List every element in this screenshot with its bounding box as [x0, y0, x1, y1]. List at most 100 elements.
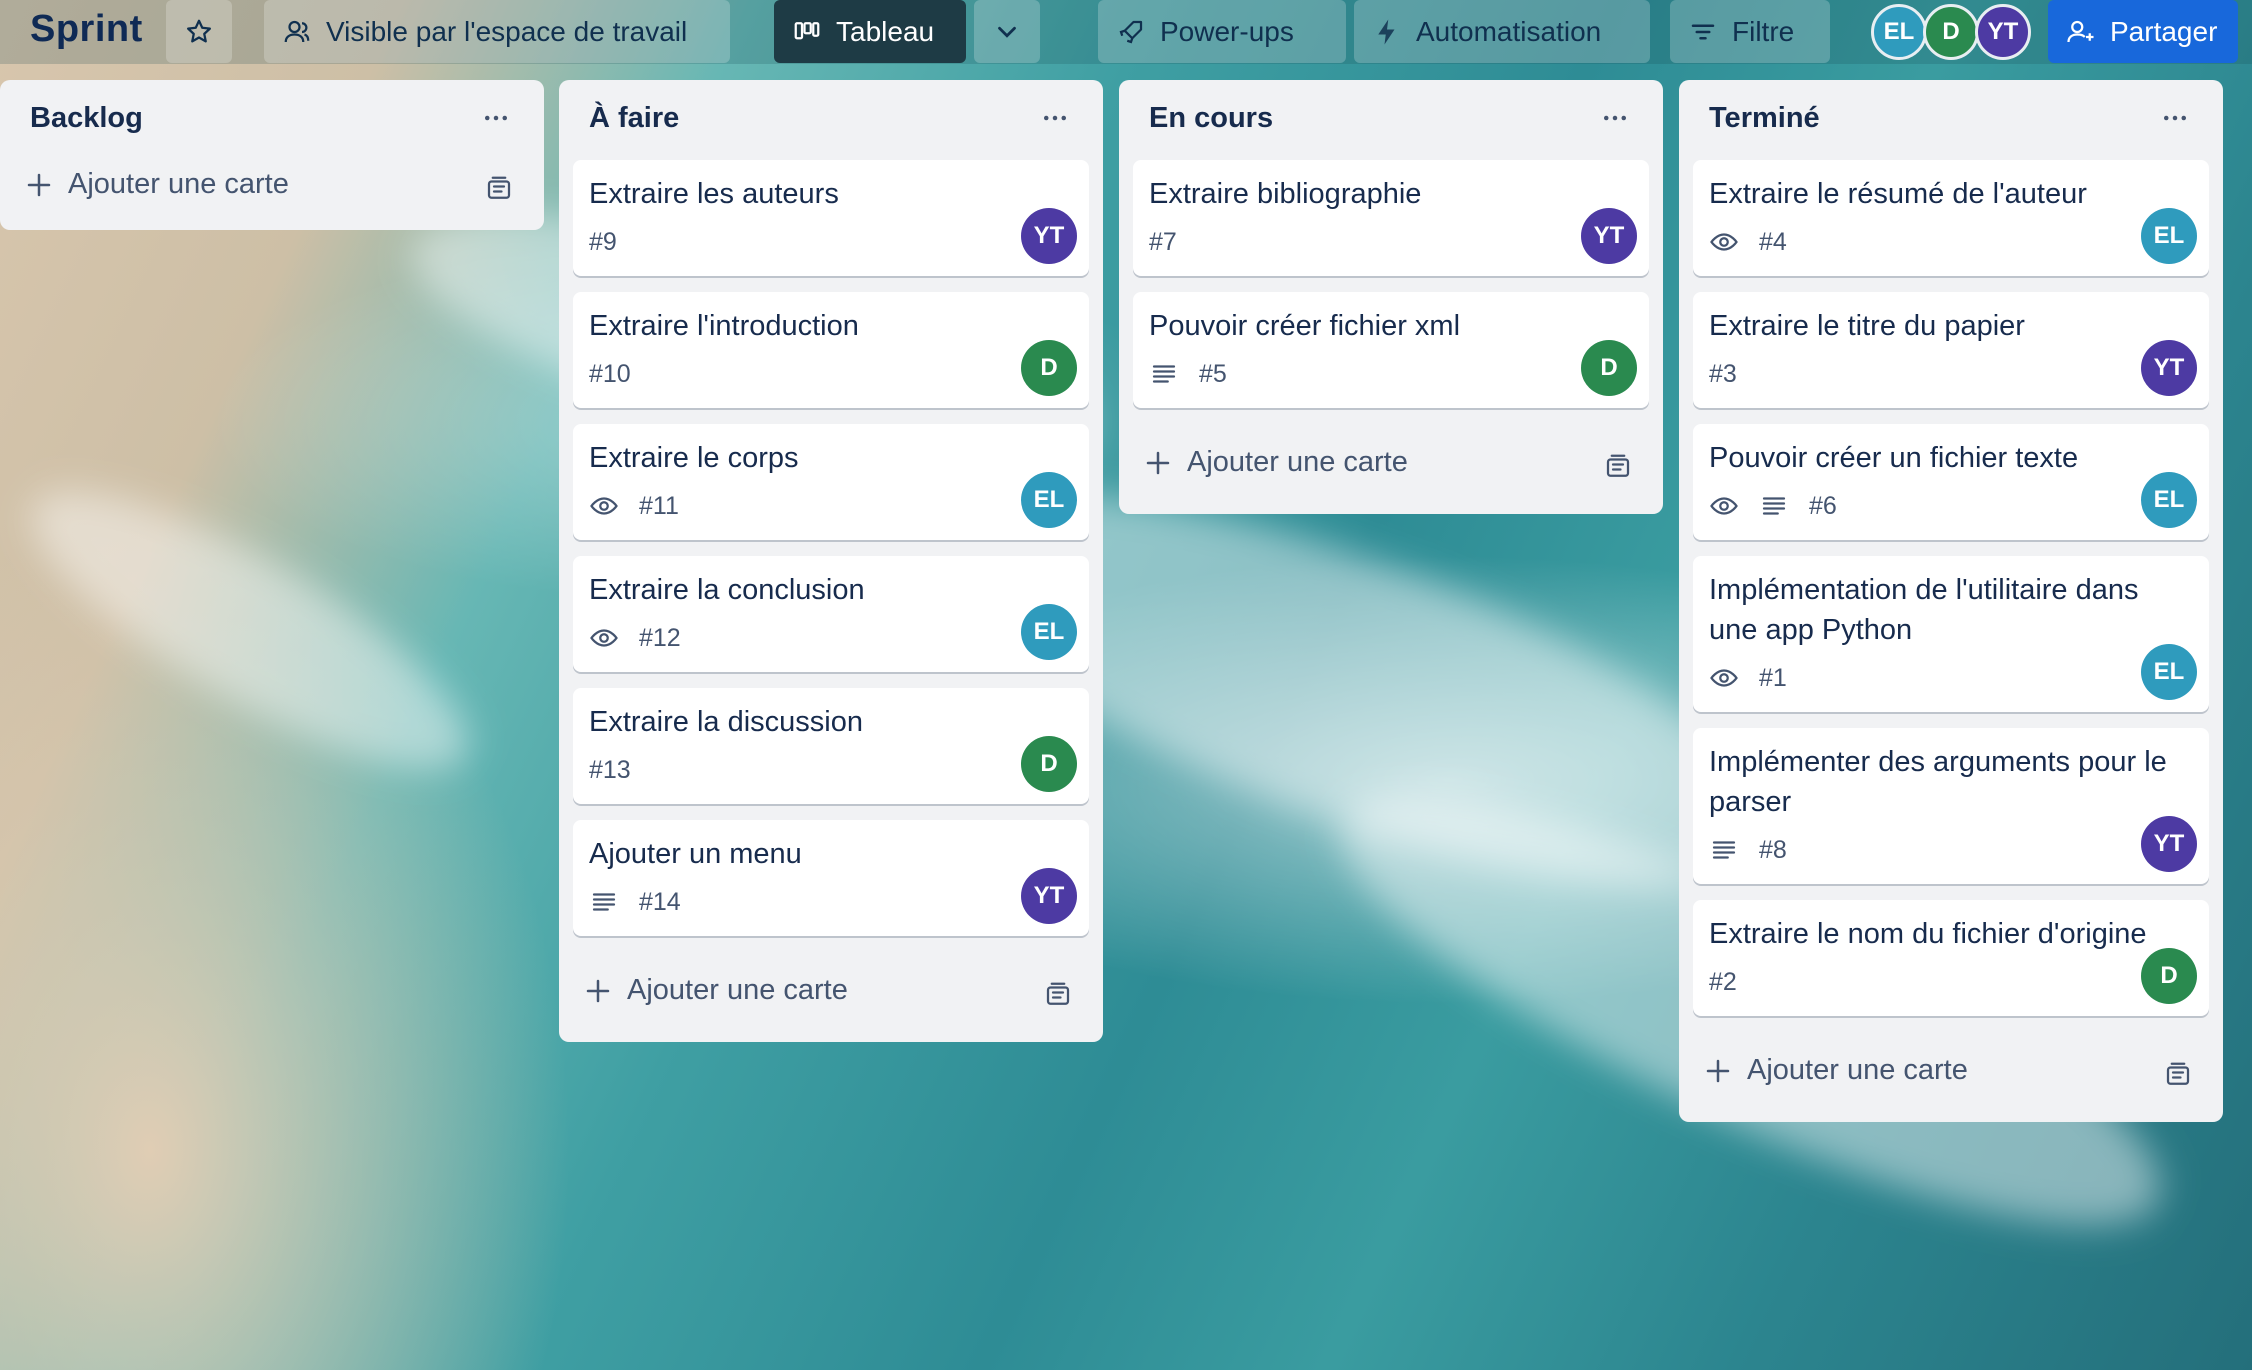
card[interactable]: Extraire la discussion #13 D	[573, 688, 1089, 804]
add-card-button[interactable]: Ajouter une carte	[583, 974, 848, 1007]
rocket-icon	[1119, 20, 1143, 43]
card-member-avatar[interactable]: YT	[1581, 208, 1637, 264]
powerups-label: Power-ups	[1160, 15, 1294, 47]
card-title: Ajouter un menu	[589, 838, 802, 870]
list-title[interactable]: À faire	[589, 102, 679, 135]
member-avatar-yt[interactable]: YT	[1975, 4, 2031, 60]
card-member-avatar[interactable]: EL	[2141, 472, 2197, 528]
list-menu-button[interactable]	[1035, 98, 1075, 138]
template-icon	[1606, 454, 1630, 477]
card-member-avatar[interactable]: YT	[1021, 208, 1077, 264]
card-title: Extraire bibliographie	[1149, 178, 1422, 210]
watch-badge	[1709, 663, 1739, 693]
list-title[interactable]: Terminé	[1709, 102, 1820, 135]
star-button[interactable]	[166, 0, 232, 63]
card[interactable]: Extraire les auteurs #9 YT	[573, 160, 1089, 276]
card[interactable]: Extraire le résumé de l'auteur #4 EL	[1693, 160, 2209, 276]
member-avatar-d[interactable]: D	[1923, 4, 1979, 60]
plus-icon	[1146, 451, 1170, 474]
add-card-button[interactable]: Ajouter une carte	[1703, 1054, 1968, 1087]
watch-badge	[1709, 491, 1739, 521]
member-avatar-el[interactable]: EL	[1871, 4, 1927, 60]
card-member-avatar[interactable]: EL	[1021, 604, 1077, 660]
plus-icon	[1706, 1059, 1730, 1082]
powerups-button[interactable]: Power-ups	[1098, 0, 1346, 63]
card-member-avatar[interactable]: D	[2141, 948, 2197, 1004]
card[interactable]: Extraire l'introduction #10 D	[573, 292, 1089, 408]
list-a-faire: À faire Extraire les auteurs #9 YT Extraire …	[559, 80, 1103, 1042]
add-card-button[interactable]: Ajouter une carte	[24, 168, 289, 201]
card-member-avatar[interactable]: EL	[2141, 208, 2197, 264]
card-badges: #1	[1709, 658, 2193, 698]
create-from-template-button[interactable]	[1043, 980, 1073, 1015]
board-title[interactable]: Sprint	[30, 8, 143, 51]
automation-button[interactable]: Automatisation	[1354, 0, 1650, 63]
card-number: #6	[1809, 491, 1837, 520]
card-badges: #8	[1709, 830, 2193, 870]
watch-icon	[1710, 669, 1738, 687]
card-badges: #4	[1709, 222, 2193, 262]
card-member-avatar[interactable]: D	[1581, 340, 1637, 396]
card[interactable]: Ajouter un menu #14 YT	[573, 820, 1089, 936]
filter-icon	[1691, 24, 1715, 39]
plus-icon	[586, 979, 610, 1002]
card-title: Pouvoir créer un fichier texte	[1709, 442, 2079, 474]
add-card-button[interactable]: Ajouter une carte	[1143, 446, 1408, 479]
more-icon	[485, 115, 507, 121]
more-icon	[1044, 115, 1066, 121]
card-member-avatar[interactable]: D	[1021, 340, 1077, 396]
watch-badge	[1709, 227, 1739, 257]
create-from-template-button[interactable]	[2163, 1060, 2193, 1095]
card[interactable]: Extraire le corps #11 EL	[573, 424, 1089, 540]
create-from-template-button[interactable]	[484, 174, 514, 209]
board-header: Sprint Visible par l'espace de travail T…	[0, 0, 2252, 64]
description-badge	[1149, 359, 1179, 389]
card-badges: #12	[589, 618, 1073, 658]
card[interactable]: Pouvoir créer un fichier texte #6 EL	[1693, 424, 2209, 540]
card-member-avatar[interactable]: EL	[2141, 644, 2197, 700]
add-person-icon	[2067, 20, 2094, 42]
list-title[interactable]: Backlog	[30, 102, 143, 135]
filter-label: Filtre	[1732, 15, 1795, 47]
share-button[interactable]: Partager	[2048, 0, 2238, 63]
card-member-avatar[interactable]: YT	[1021, 868, 1077, 924]
card[interactable]: Extraire le titre du papier #3 YT	[1693, 292, 2209, 408]
board-view-button[interactable]: Tableau	[774, 0, 966, 63]
card-member-avatar[interactable]: YT	[2141, 816, 2197, 872]
template-icon	[2166, 1062, 2190, 1085]
create-from-template-button[interactable]	[1603, 452, 1633, 487]
list-menu-button[interactable]	[476, 98, 516, 138]
card-badges: #5	[1149, 354, 1633, 394]
card[interactable]: Extraire bibliographie #7 YT	[1133, 160, 1649, 276]
list-en-cours: En cours Extraire bibliographie #7 YT Pouvoi…	[1119, 80, 1663, 514]
card-badges: #2	[1709, 962, 2193, 1002]
description-badge	[1759, 491, 1789, 521]
add-card-row: Ajouter une carte	[573, 952, 1089, 1042]
card[interactable]: Implémenter des arguments pour le parser…	[1693, 728, 2209, 884]
card-member-avatar[interactable]: YT	[2141, 340, 2197, 396]
card[interactable]: Extraire le nom du fichier d'origine #2 D	[1693, 900, 2209, 1016]
card-number: #4	[1759, 227, 1787, 256]
list-menu-button[interactable]	[1595, 98, 1635, 138]
card-member-avatar[interactable]: EL	[1021, 472, 1077, 528]
card-number: #3	[1709, 359, 1737, 388]
card-title: Extraire le corps	[589, 442, 799, 474]
visibility-button[interactable]: Visible par l'espace de travail	[264, 0, 730, 63]
card[interactable]: Pouvoir créer fichier xml #5 D	[1133, 292, 1649, 408]
card[interactable]: Extraire la conclusion #12 EL	[573, 556, 1089, 672]
view-switcher-button[interactable]	[974, 0, 1040, 63]
card-badges: #3	[1709, 354, 2193, 394]
card-number: #13	[589, 755, 631, 784]
card[interactable]: Implémentation de l'utilitaire dans une …	[1693, 556, 2209, 712]
card-member-avatar[interactable]: D	[1021, 736, 1077, 792]
card-title: Extraire l'introduction	[589, 310, 859, 342]
list-menu-button[interactable]	[2155, 98, 2195, 138]
card-title: Implémenter des arguments pour le parser	[1709, 746, 2167, 818]
list-title[interactable]: En cours	[1149, 102, 1273, 135]
description-icon	[1152, 365, 1176, 383]
card-number: #1	[1759, 663, 1787, 692]
add-card-label: Ajouter une carte	[68, 168, 289, 200]
watch-icon	[1710, 497, 1738, 515]
filter-button[interactable]: Filtre	[1670, 0, 1830, 63]
watch-icon	[590, 629, 618, 647]
